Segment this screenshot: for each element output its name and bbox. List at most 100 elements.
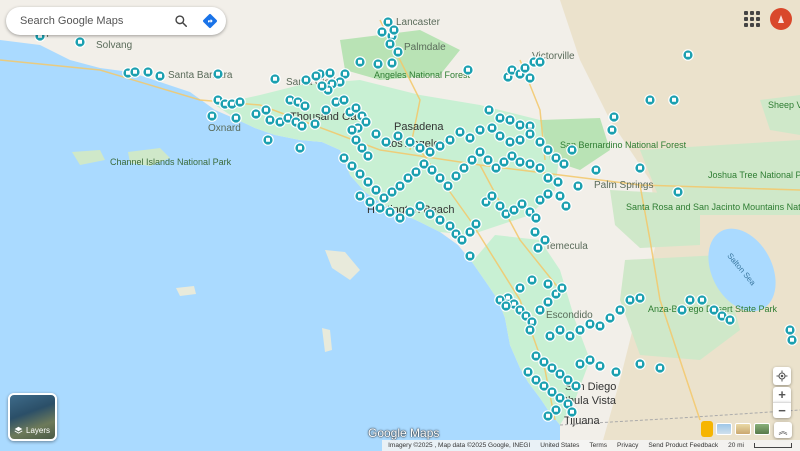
map-pin-icon[interactable] bbox=[542, 410, 554, 422]
map-pin-icon[interactable] bbox=[424, 208, 436, 220]
pegman-icon[interactable] bbox=[701, 421, 713, 437]
map-pin-icon[interactable] bbox=[212, 68, 224, 80]
map-pin-icon[interactable] bbox=[316, 80, 328, 92]
map-pin-icon[interactable] bbox=[262, 134, 274, 146]
map-pin-icon[interactable] bbox=[346, 124, 358, 136]
map-pin-icon[interactable] bbox=[672, 186, 684, 198]
map-pin-icon[interactable] bbox=[519, 62, 531, 74]
map-pin-icon[interactable] bbox=[296, 120, 308, 132]
map-pin-icon[interactable] bbox=[684, 294, 696, 306]
map-pin-icon[interactable] bbox=[364, 196, 376, 208]
map-pin-icon[interactable] bbox=[442, 180, 454, 192]
map-pin-icon[interactable] bbox=[392, 130, 404, 142]
map-pin-icon[interactable] bbox=[129, 66, 141, 78]
country-link[interactable]: United States bbox=[540, 442, 579, 449]
feedback-link[interactable]: Send Product Feedback bbox=[648, 442, 718, 449]
map-pin-icon[interactable] bbox=[370, 184, 382, 196]
map-pin-icon[interactable] bbox=[504, 136, 516, 148]
privacy-link[interactable]: Privacy bbox=[617, 442, 638, 449]
directions-icon[interactable] bbox=[202, 13, 218, 29]
map-pin-icon[interactable] bbox=[542, 296, 554, 308]
map-pin-icon[interactable] bbox=[354, 190, 366, 202]
map-pin-icon[interactable] bbox=[524, 158, 536, 170]
map-pin-icon[interactable] bbox=[614, 304, 626, 316]
map-pin-icon[interactable] bbox=[564, 330, 576, 342]
map-pin-icon[interactable] bbox=[362, 176, 374, 188]
map-pin-icon[interactable] bbox=[556, 282, 568, 294]
map-pin-icon[interactable] bbox=[338, 152, 350, 164]
map-pin-icon[interactable] bbox=[594, 360, 606, 372]
map-pin-icon[interactable] bbox=[554, 324, 566, 336]
layers-button[interactable]: Layers bbox=[8, 393, 57, 441]
map-pin-icon[interactable] bbox=[434, 172, 446, 184]
map-pin-icon[interactable] bbox=[494, 130, 506, 142]
map-pin-icon[interactable] bbox=[644, 94, 656, 106]
map-pin-icon[interactable] bbox=[260, 104, 272, 116]
map-pin-icon[interactable] bbox=[560, 200, 572, 212]
map-pin-icon[interactable] bbox=[514, 134, 526, 146]
map-pin-icon[interactable] bbox=[530, 212, 542, 224]
map-pin-icon[interactable] bbox=[584, 354, 596, 366]
terms-link[interactable]: Terms bbox=[589, 442, 607, 449]
map-pin-icon[interactable] bbox=[574, 358, 586, 370]
map-pin-icon[interactable] bbox=[346, 160, 358, 172]
map-pin-icon[interactable] bbox=[464, 250, 476, 262]
map-pin-icon[interactable] bbox=[529, 226, 541, 238]
map-pin-icon[interactable] bbox=[574, 324, 586, 336]
map-pin-icon[interactable] bbox=[552, 176, 564, 188]
map-pin-icon[interactable] bbox=[324, 67, 336, 79]
imagery-thumb-1[interactable] bbox=[716, 423, 732, 435]
map-pin-icon[interactable] bbox=[450, 170, 462, 182]
map-pin-icon[interactable] bbox=[590, 164, 602, 176]
map-pin-icon[interactable] bbox=[606, 124, 618, 136]
map-pin-icon[interactable] bbox=[264, 114, 276, 126]
map-pin-icon[interactable] bbox=[470, 218, 482, 230]
map-pin-icon[interactable] bbox=[516, 198, 528, 210]
map-pin-icon[interactable] bbox=[206, 110, 218, 122]
search-icon[interactable] bbox=[173, 13, 189, 29]
zoom-in-button[interactable]: + bbox=[773, 387, 791, 402]
map-pin-icon[interactable] bbox=[676, 304, 688, 316]
map-pin-icon[interactable] bbox=[542, 144, 554, 156]
map-pin-icon[interactable] bbox=[320, 104, 332, 116]
imagery-thumb-2[interactable] bbox=[735, 423, 751, 435]
map-pin-icon[interactable] bbox=[454, 126, 466, 138]
map-pin-icon[interactable] bbox=[526, 274, 538, 286]
map-pin-icon[interactable] bbox=[474, 124, 486, 136]
map-pin-icon[interactable] bbox=[310, 70, 322, 82]
map-pin-icon[interactable] bbox=[542, 172, 554, 184]
zoom-out-button[interactable]: − bbox=[773, 402, 791, 418]
map-pin-icon[interactable] bbox=[534, 136, 546, 148]
map-pin-icon[interactable] bbox=[374, 202, 386, 214]
map-pin-icon[interactable] bbox=[534, 162, 546, 174]
map-pin-icon[interactable] bbox=[534, 56, 546, 68]
map-pin-icon[interactable] bbox=[524, 128, 536, 140]
map-pin-icon[interactable] bbox=[608, 111, 620, 123]
map-pin-icon[interactable] bbox=[269, 73, 281, 85]
map-pin-icon[interactable] bbox=[634, 162, 646, 174]
map-pin-icon[interactable] bbox=[354, 56, 366, 68]
map-pin-icon[interactable] bbox=[584, 318, 596, 330]
map-pin-icon[interactable] bbox=[230, 112, 242, 124]
map-pin-icon[interactable] bbox=[384, 38, 396, 50]
map-pin-icon[interactable] bbox=[566, 406, 578, 418]
map-pin-icon[interactable] bbox=[444, 134, 456, 146]
map-pin-icon[interactable] bbox=[300, 74, 312, 86]
map-pin-icon[interactable] bbox=[434, 140, 446, 152]
map-pin-icon[interactable] bbox=[404, 136, 416, 148]
map-pin-icon[interactable] bbox=[394, 212, 406, 224]
map-pin-icon[interactable] bbox=[309, 118, 321, 130]
map-pin-icon[interactable] bbox=[558, 158, 570, 170]
map-pin-icon[interactable] bbox=[404, 206, 416, 218]
map-pin-icon[interactable] bbox=[376, 26, 388, 38]
map-pin-icon[interactable] bbox=[456, 234, 468, 246]
map-pin-icon[interactable] bbox=[542, 278, 554, 290]
map-pin-icon[interactable] bbox=[522, 366, 534, 378]
map-pin-icon[interactable] bbox=[154, 70, 166, 82]
map-pin-icon[interactable] bbox=[500, 300, 512, 312]
search-box[interactable] bbox=[6, 7, 226, 35]
map-pin-icon[interactable] bbox=[570, 380, 582, 392]
expand-button[interactable]: ︽ bbox=[774, 422, 792, 438]
map-pin-icon[interactable] bbox=[142, 66, 154, 78]
map-pin-icon[interactable] bbox=[354, 168, 366, 180]
